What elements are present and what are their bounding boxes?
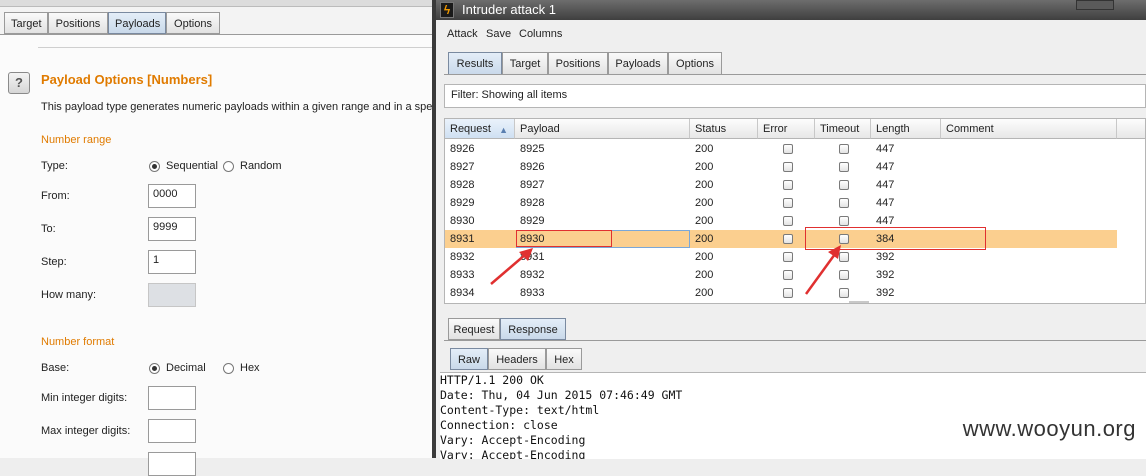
sequential-label[interactable]: Sequential bbox=[166, 160, 218, 172]
watermark: www.wooyun.org bbox=[962, 416, 1136, 441]
hex-label[interactable]: Hex bbox=[240, 362, 260, 374]
decimal-radio[interactable] bbox=[149, 363, 160, 374]
step-label: Step: bbox=[41, 256, 67, 268]
max-integer-digits-label: Max integer digits: bbox=[41, 425, 131, 437]
how-many-label: How many: bbox=[41, 289, 97, 301]
help-icon[interactable]: ? bbox=[8, 72, 30, 94]
payload-options-title: Payload Options [Numbers] bbox=[41, 72, 213, 87]
from-label: From: bbox=[41, 190, 70, 202]
min-integer-digits-field[interactable] bbox=[148, 386, 196, 410]
arrow-to-payload bbox=[490, 248, 533, 285]
min-integer-digits-label: Min integer digits: bbox=[41, 392, 128, 404]
step-field[interactable]: 1 bbox=[148, 250, 196, 274]
hex-radio[interactable] bbox=[223, 363, 234, 374]
section-separator bbox=[38, 47, 432, 48]
top-strip bbox=[0, 0, 432, 7]
intruder-attack-window: ϟ Intruder attack 1 Attack Save Columns … bbox=[432, 0, 1146, 459]
number-format-heading: Number format bbox=[41, 336, 115, 348]
payloads-panel: Target Positions Payloads Options ? Payl… bbox=[0, 0, 433, 476]
next-field[interactable] bbox=[148, 452, 196, 476]
random-label[interactable]: Random bbox=[240, 160, 282, 172]
from-field[interactable]: 0000 bbox=[148, 184, 196, 208]
number-range-heading: Number range bbox=[41, 134, 112, 146]
annotation-arrows bbox=[490, 245, 841, 295]
how-many-field bbox=[148, 283, 196, 307]
tab-options[interactable]: Options bbox=[166, 12, 220, 34]
payload-description: This payload type generates numeric payl… bbox=[41, 101, 433, 113]
random-radio[interactable] bbox=[223, 161, 234, 172]
tab-target[interactable]: Target bbox=[4, 12, 48, 34]
type-label: Type: bbox=[41, 160, 68, 172]
max-integer-digits-field[interactable] bbox=[148, 419, 196, 443]
arrow-to-length bbox=[804, 245, 841, 295]
sequential-radio[interactable] bbox=[149, 161, 160, 172]
to-field[interactable]: 9999 bbox=[148, 217, 196, 241]
to-label: To: bbox=[41, 223, 56, 235]
tab-payloads[interactable]: Payloads bbox=[108, 12, 166, 34]
base-label: Base: bbox=[41, 362, 70, 374]
tab-positions[interactable]: Positions bbox=[48, 12, 108, 34]
decimal-label[interactable]: Decimal bbox=[166, 362, 206, 374]
